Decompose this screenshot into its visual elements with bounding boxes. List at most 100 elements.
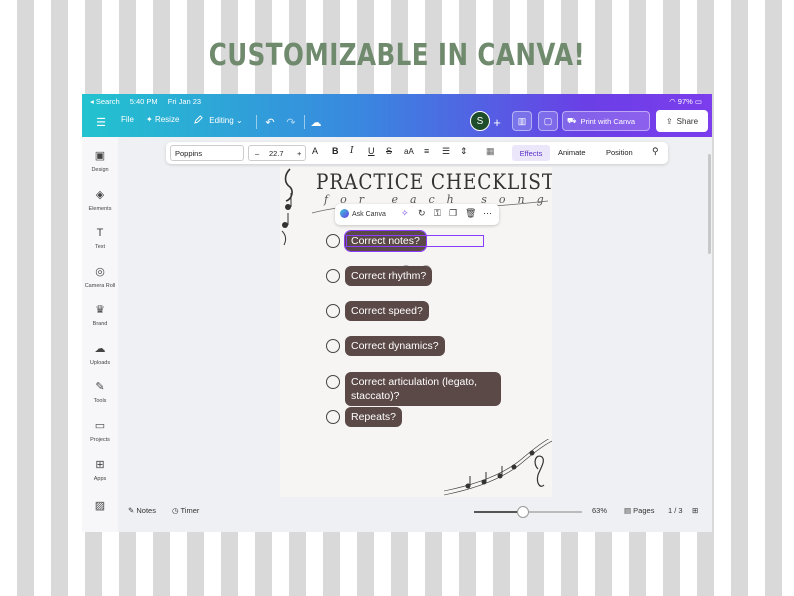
divider [304,115,305,129]
animate-button[interactable]: Animate [558,148,586,157]
left-sidebar: ▣ Design ◈ Elements T Text ◎ Camera Roll… [82,137,118,532]
pencil-icon [194,115,203,124]
checklist-text[interactable]: Correct articulation (legato, staccato)? [345,372,501,406]
editing-mode-dropdown[interactable]: Editing ⌄ [194,115,243,125]
zoom-percentage[interactable]: 63% [592,506,607,515]
strikethrough-icon[interactable]: S [386,146,392,156]
text-selection-box [346,235,484,247]
zoom-slider[interactable] [474,506,582,518]
more-options-icon[interactable]: ⋯ [483,208,492,219]
sidebar-item-uploads[interactable]: ☁ Uploads [82,342,118,366]
checklist-text[interactable]: Correct dynamics? [345,336,445,356]
vertical-scrollbar[interactable] [708,154,711,254]
trash-icon[interactable]: 🗑 [465,208,476,219]
camera-icon: ◎ [95,266,105,278]
pages-button[interactable]: ▤ Pages [624,506,654,515]
clock: 5:40 PM [129,97,158,106]
effects-button[interactable]: Effects [512,145,550,161]
checkbox-circle[interactable] [326,304,340,318]
wifi-icon: ◠ [669,97,678,106]
sidebar-item-photos[interactable]: ▨ [82,499,118,513]
battery-percent: 97% [677,97,693,106]
back-to-search-link[interactable]: ◂ Search [90,97,120,106]
avatar[interactable]: S [470,111,490,131]
sidebar-item-text[interactable]: T Text [82,226,118,250]
headline: CUSTOMIZABLE IN CANVA! [208,38,586,73]
timer-button[interactable]: ◷ Timer [172,506,199,515]
folder-icon: ▭ [94,420,106,432]
checklist-text[interactable]: Repeats? [345,407,402,427]
resize-button[interactable]: ✦ Resize [146,115,179,124]
redo-icon[interactable]: ↷ [282,113,300,131]
sparkle-icon: ✦ [146,115,155,124]
zoom-slider-fill [474,511,523,513]
sidebar-item-elements[interactable]: ◈ Elements [82,188,118,212]
zoom-slider-knob[interactable] [516,506,529,518]
apps-icon: ⊞ [95,459,105,471]
document-title[interactable]: PRACTICE CHECKLIST [316,170,552,194]
decrease-size-button[interactable]: – [255,149,259,158]
ios-status-bar: ◂ Search 5:40 PM Fri Jan 23 ◠ 97% ▭ [90,97,702,107]
comment-icon[interactable]: ▢ [538,111,558,131]
letter-case-icon[interactable]: aA [404,147,414,156]
insights-chart-icon[interactable]: ▥ [512,111,532,131]
print-with-canva-button[interactable]: ⛟ Print with Canva [562,111,650,131]
font-size-value[interactable]: 22.7 [269,149,284,158]
sidebar-item-tools[interactable]: ✎ Tools [82,380,118,404]
text-context-toolbar: Poppins – 22.7 + A B I U S aA ≡ ☰ ⇕ ▦ Ef… [166,142,668,164]
italic-icon[interactable]: I [350,146,354,156]
hamburger-menu-icon[interactable]: ☰ [92,113,110,131]
battery-icon: ▭ [694,97,702,106]
checkbox-circle[interactable] [326,375,340,389]
text-icon: T [96,227,104,239]
transparency-icon[interactable]: ▦ [486,146,495,157]
page-counter: 1 / 3 [668,506,683,515]
share-button[interactable]: ⇪ Share [656,110,708,132]
checkbox-circle[interactable] [326,269,340,283]
align-left-icon[interactable]: ≡ [424,146,429,156]
pages-icon: ▤ [624,506,634,515]
checkbox-circle[interactable] [326,234,340,248]
canva-ai-icon [340,209,349,218]
position-button[interactable]: Position [606,148,633,157]
bullet-list-icon[interactable]: ☰ [442,146,450,157]
image-icon: ▨ [94,500,106,512]
ask-canva-button[interactable]: Ask Canva [340,209,386,218]
sidebar-item-design[interactable]: ▣ Design [82,149,118,173]
increase-size-button[interactable]: + [297,149,301,158]
spacing-icon[interactable]: ⇕ [460,146,468,157]
elements-icon: ◈ [95,189,105,201]
grid-view-icon[interactable]: ⊞ [692,506,698,515]
undo-icon[interactable]: ↶ [261,113,279,131]
tools-icon: ✎ [95,381,105,393]
text-color-icon[interactable]: A [312,146,318,156]
sidebar-item-brand[interactable]: ♛ Brand [82,303,118,327]
notes-button[interactable]: ✎ Notes [128,506,156,515]
checkbox-circle[interactable] [326,410,340,424]
canva-app-window: ◂ Search 5:40 PM Fri Jan 23 ◠ 97% ▭ ☰ Fi… [82,94,712,532]
design-page[interactable]: PRACTICE CHECKLIST for each song Ask Can… [280,167,552,497]
sidebar-item-apps[interactable]: ⊞ Apps [82,458,118,482]
checkbox-circle[interactable] [326,339,340,353]
lock-icon[interactable]: ⚿ [434,208,441,219]
add-collaborator-icon[interactable]: + [488,113,506,131]
file-menu[interactable]: File [121,115,134,124]
bottom-bar: ✎ Notes ◷ Timer 63% ▤ Pages 1 / 3 ⊞ ⤢ ? [118,500,712,524]
timer-icon: ◷ [172,506,181,515]
truck-icon: ⛟ [567,116,577,125]
bold-icon[interactable]: B [332,146,339,156]
paint-roller-icon[interactable]: ⚲ [652,146,659,157]
design-icon: ▣ [94,150,106,162]
rotate-icon[interactable]: ↻ [418,208,426,219]
checklist-text[interactable]: Correct speed? [345,301,429,321]
sidebar-item-camera-roll[interactable]: ◎ Camera Roll [82,265,118,289]
checklist-text[interactable]: Correct rhythm? [345,266,433,286]
magic-edit-icon[interactable]: ✧ [401,208,409,219]
font-size-stepper[interactable]: – 22.7 + [248,145,306,161]
element-toolbar: Ask Canva ✧ ↻ ⚿ ❐ 🗑 ⋯ [335,204,499,225]
cloud-save-icon[interactable]: ☁ [307,113,325,131]
underline-icon[interactable]: U [368,146,375,156]
duplicate-icon[interactable]: ❐ [449,208,457,219]
font-family-select[interactable]: Poppins [170,145,244,161]
sidebar-item-projects[interactable]: ▭ Projects [82,419,118,443]
